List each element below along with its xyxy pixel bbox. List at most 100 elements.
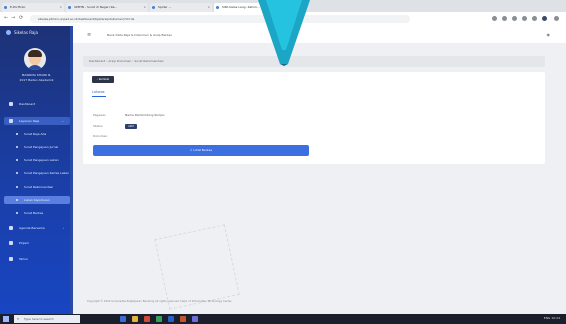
status-badge: Aktif [125, 124, 137, 129]
chrome-icon[interactable] [144, 316, 150, 322]
field-label-pegawai: Pegawai [93, 113, 106, 117]
calendar-icon [9, 226, 13, 230]
sidebar-item-label: Surat Rekomendasi [24, 185, 54, 189]
sidebar-item-surat-raja[interactable]: Surat Raja Ada [4, 130, 70, 138]
forward-arrow-icon[interactable]: → [11, 15, 15, 21]
taskbar: ⌕ Type here to search ENG 10:24 [0, 314, 566, 324]
favicon-icon [216, 6, 219, 9]
sidebar-item-pinjam[interactable]: Pinjam [4, 239, 70, 247]
task-view-icon[interactable] [120, 316, 126, 322]
sidebar-item-label: Tahun [19, 257, 28, 261]
tab-spider[interactable]: Spider ... × [150, 3, 212, 12]
main-content: ≡ Bank Data Raja & Dokumen & Arsip Berka… [73, 26, 566, 314]
tab-label: E-Portfolio [10, 5, 26, 9]
card-title-underline [92, 96, 106, 97]
tab-eportfolio[interactable]: E-Portfolio × [2, 3, 64, 12]
sidebar-item-label: Pinjam [19, 241, 30, 245]
gear-icon [9, 241, 13, 245]
back-arrow-icon[interactable]: ← [4, 15, 8, 21]
tab-spphn[interactable]: SPPHN - Surat di Negeri Ra... × [66, 3, 148, 12]
clock-icon [9, 257, 13, 261]
url-field[interactable]: sikelas.ptmkn.unpad.ac.id/dashboard/bpk/… [30, 15, 410, 23]
avatar[interactable] [24, 48, 46, 70]
sidebar-item-label: Surat Pengajuan Lakan [24, 158, 59, 162]
windows-start-icon[interactable] [3, 316, 9, 322]
bullet-icon [16, 212, 18, 214]
user-name: MASRIMA KHAIRI N. 2017 Badan Akademik [4, 73, 69, 83]
avatar-hair [28, 50, 42, 57]
file-explorer-icon[interactable] [132, 316, 138, 322]
close-tab-icon[interactable]: × [143, 3, 146, 12]
powerpoint-icon[interactable] [180, 316, 186, 322]
sidebar-item-tahun[interactable]: Tahun [4, 255, 70, 263]
detail-card: ‹ Kembali Lakwas Pegawai Nama Pembimbing… [83, 72, 545, 164]
close-tab-icon[interactable]: × [59, 3, 62, 12]
search-icon: ⌕ [17, 316, 20, 321]
chevron-right-icon: › [62, 226, 64, 230]
close-tab-icon[interactable]: × [207, 3, 210, 12]
sidebar-item-pengajuan-jurnal[interactable]: Surat Pengajuan Jurnal [4, 143, 70, 151]
avatar-body [27, 65, 43, 70]
hamburger-menu-icon[interactable]: ≡ [87, 32, 91, 38]
bullet-icon [16, 172, 18, 174]
chevron-down-icon: ⌄ [61, 119, 64, 123]
sidebar-item-kertas-lakan[interactable]: Surat Pengajuan Kertas Lakan [4, 169, 70, 177]
extension-icon[interactable] [522, 16, 527, 21]
footer-text: Copyright © 2022 Universitas Padjadjaran… [87, 300, 232, 303]
bullet-icon [16, 159, 18, 161]
brand-logo-icon [6, 30, 11, 35]
browser-window: E-Portfolio × SPPHN - Surat di Negeri Ra… [0, 0, 566, 324]
sidebar-item-pengajuan-lakan[interactable]: Surat Pengajuan Lakan [4, 156, 70, 164]
folder-icon [9, 119, 13, 123]
app-icon[interactable] [192, 316, 198, 322]
sidebar-item-layanan[interactable]: Layanan Raja ⌄ [4, 117, 70, 125]
back-button[interactable]: ‹ Kembali [92, 76, 114, 83]
sidebar-item-dashboard[interactable]: Dashboard [4, 100, 70, 108]
extension-icon[interactable] [532, 16, 537, 21]
menu-icon[interactable] [554, 16, 559, 21]
sidebar-item-label: Lakan Keputusan [24, 198, 50, 202]
sidebar-item-surat-berkas[interactable]: Surat Berkas [4, 209, 70, 217]
breadcrumb: Dashboard › Arsip Dokumen › Surat Rekome… [83, 56, 545, 67]
faded-stamp [154, 224, 240, 310]
reload-icon[interactable]: ⟳ [19, 15, 23, 21]
bullet-icon [16, 146, 18, 148]
taskbar-search-placeholder: Type here to search [24, 317, 54, 321]
sidebar-item-label: Surat Pengajuan Kertas Lakan [24, 171, 69, 175]
favicon-icon [68, 6, 71, 9]
brand-name: Sikelas Raja [14, 30, 38, 35]
field-label-status: Status [93, 124, 103, 128]
taskbar-search-input[interactable]: ⌕ Type here to search [14, 315, 80, 323]
view-file-button[interactable]: ⇩ Lihat Berkas [93, 145, 309, 156]
sidebar: Sikelas Raja MASRIMA KHAIRI N. 2017 Bada… [0, 26, 73, 314]
tab-label: SPPHN - Surat di Negeri Ra... [74, 5, 118, 9]
favicon-icon [4, 6, 7, 9]
bullet-icon [16, 186, 18, 188]
sidebar-item-label: Surat Berkas [24, 211, 44, 215]
field-value-pegawai: Nama Pembimbing Skripsi [125, 113, 165, 117]
card-title: Lakwas [92, 90, 105, 94]
sidebar-item-label: Surat Raja Ada [24, 132, 47, 136]
field-label-dokumen: Dokumen [93, 134, 108, 138]
pointer-arrow-icon [258, 0, 310, 66]
sidebar-item-rekomendasi[interactable]: Surat Rekomendasi [4, 183, 70, 191]
extension-icon[interactable] [492, 16, 497, 21]
top-header: ≡ Bank Data Raja & Dokumen & Arsip Berka… [73, 26, 566, 43]
word-icon[interactable] [168, 316, 174, 322]
bullet-icon [16, 133, 18, 135]
sidebar-item-agenda[interactable]: Agenda Bersama › [4, 224, 70, 232]
sidebar-item-label: Agenda Bersama [19, 226, 45, 230]
bell-icon[interactable]: ◉ [547, 32, 551, 37]
profile-icon[interactable] [542, 16, 547, 21]
extension-icon[interactable] [502, 16, 507, 21]
system-tray-time[interactable]: ENG 10:24 [544, 316, 560, 320]
app-icon[interactable] [156, 316, 162, 322]
favicon-icon [152, 6, 155, 9]
tab-label: SIPA Kelas Lang- Kahim... [222, 5, 260, 9]
extension-icon[interactable] [512, 16, 517, 21]
sidebar-item-lakan-keputusan[interactable]: Lakan Keputusan [4, 196, 70, 204]
sidebar-item-label: Dashboard [19, 102, 36, 106]
tab-label: Spider ... [158, 5, 172, 9]
header-title: Bank Data Raja & Dokumen & Arsip Berkas [107, 33, 172, 37]
sidebar-item-label: Surat Pengajuan Jurnal [24, 145, 59, 149]
